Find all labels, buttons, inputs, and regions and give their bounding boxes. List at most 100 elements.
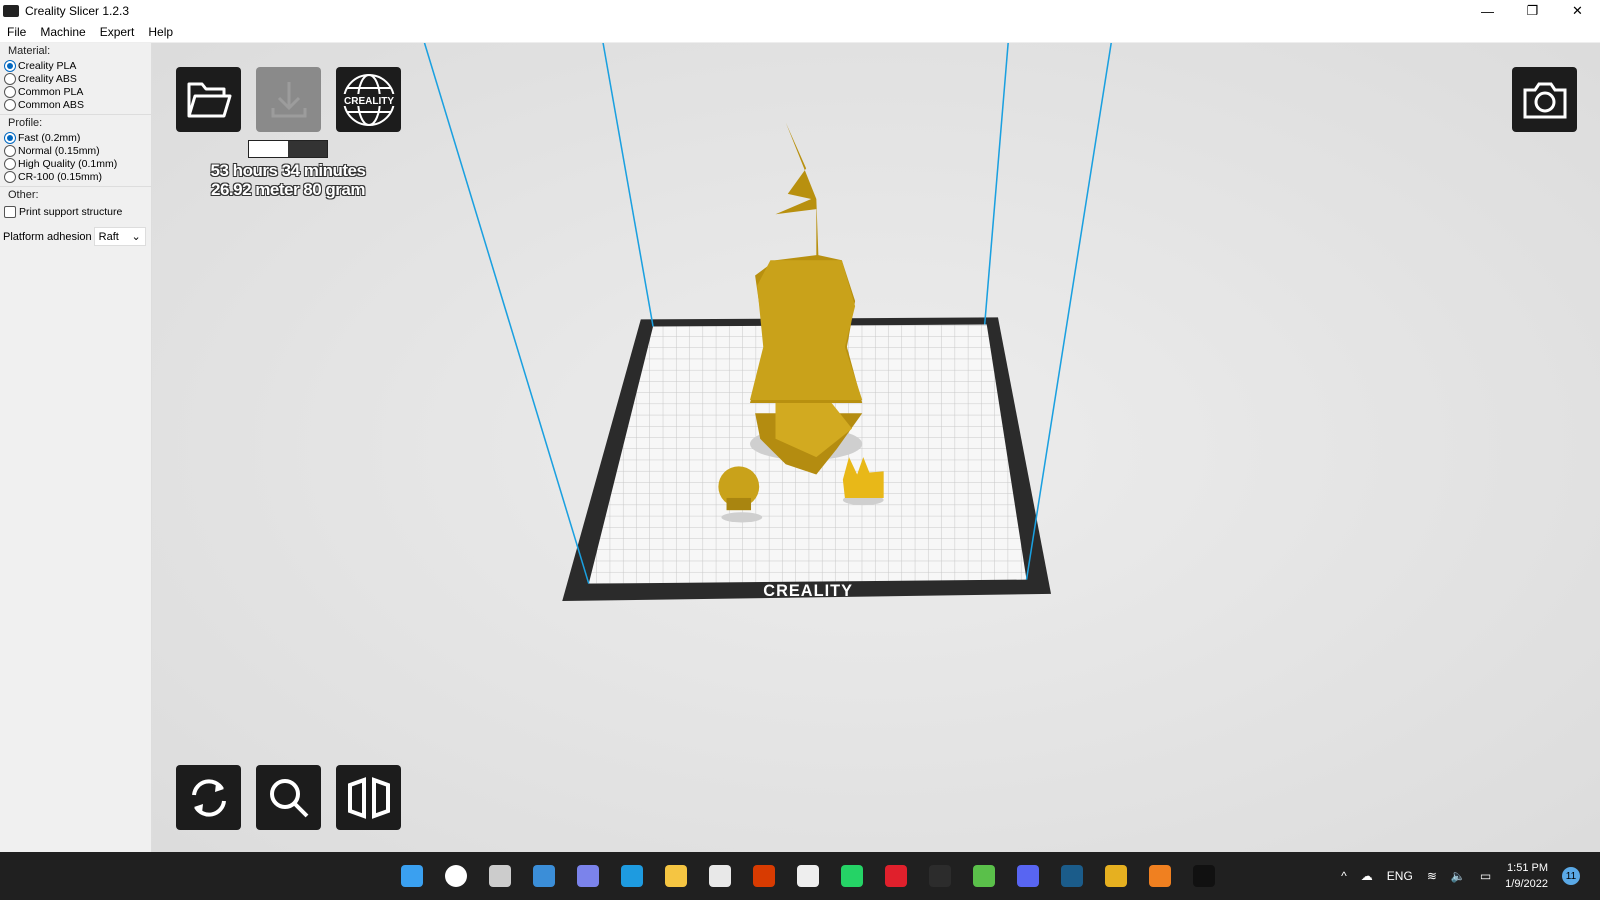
edge-icon[interactable]	[610, 856, 654, 896]
app-game-icon[interactable]	[962, 856, 1006, 896]
profile-option[interactable]: Fast (0.2mm)	[4, 131, 147, 144]
checkbox-icon	[4, 206, 16, 218]
radio-icon	[4, 170, 16, 183]
creality-web-button[interactable]: CREALITY	[336, 67, 401, 132]
store-icon[interactable]	[698, 856, 742, 896]
discord-glyph	[1017, 865, 1039, 887]
store-glyph	[709, 865, 731, 887]
profile-option[interactable]: CR-100 (0.15mm)	[4, 170, 147, 183]
progress-fill	[249, 141, 288, 157]
file-explorer-icon[interactable]	[654, 856, 698, 896]
scale-button[interactable]	[256, 765, 321, 830]
wifi-icon[interactable]: ≋	[1427, 869, 1437, 883]
rotate-button[interactable]	[176, 765, 241, 830]
windows-start-icon[interactable]	[390, 856, 434, 896]
material-option[interactable]: Common ABS	[4, 98, 147, 111]
app-green-icon[interactable]	[918, 856, 962, 896]
profile-option[interactable]: High Quality (0.1mm)	[4, 157, 147, 170]
rotate-icon	[191, 778, 226, 817]
bed-logo: CREALITY	[763, 582, 853, 600]
support-checkbox[interactable]: Print support structure	[4, 203, 147, 221]
file-explorer-glyph	[665, 865, 687, 887]
app-icon	[3, 5, 19, 17]
opera-glyph	[885, 865, 907, 887]
svg-text:CREALITY: CREALITY	[344, 96, 394, 107]
window-title: Creality Slicer 1.2.3	[25, 4, 130, 18]
title-bar: Creality Slicer 1.2.3 — ❐ ✕	[0, 0, 1600, 22]
app-green-glyph	[929, 865, 951, 887]
date: 1/9/2022	[1505, 878, 1548, 890]
option-label: Fast (0.2mm)	[18, 131, 81, 144]
menu-expert[interactable]: Expert	[93, 25, 142, 39]
time: 1:51 PM	[1507, 862, 1548, 874]
volume-icon[interactable]: 🔈	[1451, 869, 1466, 883]
menu-help[interactable]: Help	[141, 25, 180, 39]
radio-icon	[4, 157, 16, 170]
chevron-up-icon[interactable]: ^	[1341, 869, 1347, 883]
material-usage: 26.92 meter 80 gram	[211, 180, 366, 199]
search-glyph	[445, 865, 467, 887]
office-glyph	[753, 865, 775, 887]
onedrive-icon[interactable]: ☁	[1361, 869, 1373, 883]
battery-icon[interactable]: ▭	[1480, 869, 1491, 883]
discord-icon[interactable]	[1006, 856, 1050, 896]
creality-slicer-glyph	[1193, 865, 1215, 887]
opera-icon[interactable]	[874, 856, 918, 896]
adhesion-select[interactable]: Raft ⌄	[93, 227, 146, 246]
option-label: Creality ABS	[18, 72, 77, 85]
widgets-icon[interactable]	[522, 856, 566, 896]
menu-machine[interactable]: Machine	[33, 25, 92, 39]
option-label: Creality PLA	[18, 59, 77, 72]
3d-viewport[interactable]: CREALITY	[0, 0, 1600, 900]
teams-chat-icon[interactable]	[566, 856, 610, 896]
office-icon[interactable]	[742, 856, 786, 896]
minimize-button[interactable]: —	[1465, 0, 1510, 22]
radio-icon	[4, 72, 16, 85]
profile-option[interactable]: Normal (0.15mm)	[4, 144, 147, 157]
screenshot-button[interactable]	[1512, 67, 1577, 132]
radio-icon	[4, 98, 16, 111]
magnifier-icon	[269, 778, 308, 817]
menu-bar: File Machine Expert Help	[0, 22, 1600, 43]
mirror-button[interactable]	[336, 765, 401, 830]
steam-glyph	[1061, 865, 1083, 887]
folder-icon	[187, 82, 231, 117]
print-time: 53 hours 34 minutes	[210, 161, 366, 180]
notification-badge[interactable]: 11	[1562, 867, 1580, 885]
clock[interactable]: 1:51 PM 1/9/2022	[1505, 860, 1548, 892]
save-gcode-button[interactable]	[256, 67, 321, 132]
steam-icon[interactable]	[1050, 856, 1094, 896]
other-label: Other:	[8, 189, 39, 201]
task-view-icon[interactable]	[478, 856, 522, 896]
option-label: Common PLA	[18, 85, 84, 98]
mirror-icon	[347, 776, 390, 819]
whatsapp-glyph	[841, 865, 863, 887]
chrome-glyph	[1105, 865, 1127, 887]
material-option[interactable]: Creality ABS	[4, 72, 147, 85]
menu-file[interactable]: File	[0, 25, 33, 39]
chevron-down-icon: ⌄	[131, 231, 141, 243]
chrome-icon[interactable]	[1094, 856, 1138, 896]
option-label: CR-100 (0.15mm)	[18, 170, 103, 183]
radio-icon	[4, 85, 16, 98]
settings-sidebar: Material: Creality PLA Creality ABS Comm…	[0, 43, 152, 852]
dropbox-icon[interactable]	[786, 856, 830, 896]
support-label: Print support structure	[19, 206, 123, 218]
material-label: Material:	[8, 45, 51, 57]
creality-slicer-icon[interactable]	[1182, 856, 1226, 896]
material-option[interactable]: Creality PLA	[4, 59, 147, 72]
open-file-button[interactable]	[176, 67, 241, 132]
whatsapp-icon[interactable]	[830, 856, 874, 896]
windows-start-glyph	[401, 865, 423, 887]
camera-icon	[1523, 82, 1566, 118]
option-label: Common ABS	[18, 98, 84, 111]
task-view-glyph	[489, 865, 511, 887]
maximize-button[interactable]: ❐	[1510, 0, 1555, 22]
blender-icon[interactable]	[1138, 856, 1182, 896]
language-indicator[interactable]: ENG	[1387, 869, 1413, 883]
edge-glyph	[621, 865, 643, 887]
search-icon[interactable]	[434, 856, 478, 896]
slice-progress-bar	[248, 140, 328, 158]
material-option[interactable]: Common PLA	[4, 85, 147, 98]
close-button[interactable]: ✕	[1555, 0, 1600, 22]
